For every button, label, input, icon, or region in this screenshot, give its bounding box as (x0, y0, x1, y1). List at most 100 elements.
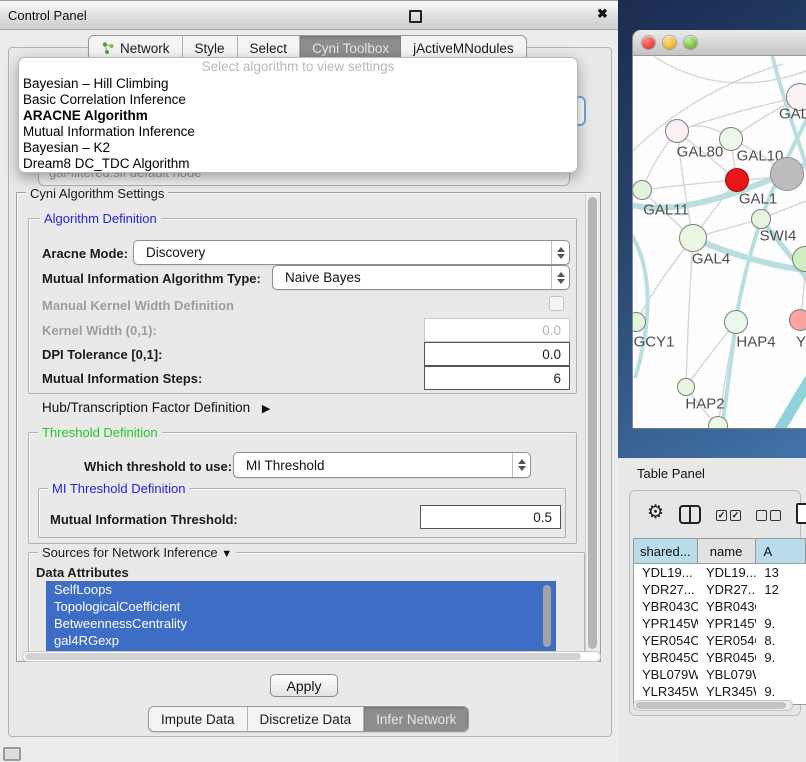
settings-vertical-scrollbar[interactable] (585, 194, 599, 656)
deselect-all-checkboxes-icon[interactable] (756, 510, 781, 521)
sources-group-title[interactable]: Sources for Network Inference ▼ (38, 545, 236, 560)
table-cell[interactable]: YDR27... (634, 581, 698, 598)
table-cell[interactable]: YBR045C (634, 649, 698, 666)
close-window-icon[interactable]: ✖ (597, 6, 608, 22)
gear-icon[interactable]: ⚙ (647, 503, 664, 522)
network-node-gcy1[interactable] (633, 312, 646, 332)
network-node-gal4[interactable] (679, 224, 707, 252)
network-node-gal11[interactable] (633, 180, 652, 200)
table-cell[interactable]: YLR345W (698, 683, 756, 700)
network-window-titlebar[interactable] (633, 30, 806, 56)
table-row[interactable]: YPR145WYPR145W9. (634, 615, 806, 632)
network-node[interactable] (708, 416, 728, 428)
table-horizontal-scrollbar-thumb[interactable] (636, 702, 786, 709)
select-all-checkboxes-icon[interactable]: ✓ ✓ (716, 510, 741, 521)
mi-type-combo[interactable]: Naive Bayes (272, 265, 570, 290)
table-cell[interactable]: YDL19... (634, 564, 698, 581)
table-cell[interactable]: YBR043C (698, 598, 756, 615)
unchecked-checkbox-icon (756, 510, 767, 521)
table-cell[interactable]: YBR045C (698, 649, 756, 666)
algorithm-option[interactable]: Mutual Information Inference (19, 124, 577, 140)
column-header-name[interactable]: name (698, 539, 756, 563)
hub-definition-expander[interactable]: Hub/Transcription Factor Definition ▶ (42, 400, 270, 415)
network-node[interactable] (770, 157, 804, 191)
document-icon[interactable] (796, 503, 806, 524)
table-cell[interactable]: YDL19... (698, 564, 756, 581)
table-cell[interactable]: YBL079W (698, 666, 756, 683)
table-cell[interactable]: YPR145W (634, 615, 698, 632)
algorithm-option[interactable]: Bayesian – Hill Climbing (19, 76, 577, 92)
tab-infer-network-label: Infer Network (376, 712, 456, 727)
algorithm-option[interactable]: ARACNE Algorithm (19, 108, 577, 124)
network-node-hap2[interactable] (677, 378, 695, 396)
table-cell[interactable]: YLR345W (634, 683, 698, 700)
table-cell[interactable]: 9. (756, 649, 806, 666)
mi-steps-field[interactable]: 6 (424, 366, 570, 390)
table-row[interactable]: YBR045CYBR045C9. (634, 649, 806, 666)
mi-threshold-field[interactable]: 0.5 (420, 505, 561, 529)
table-row[interactable]: YBL079WYBL079W (634, 666, 806, 683)
algorithm-option[interactable]: Dream8 DC_TDC Algorithm (19, 156, 577, 172)
float-window-icon[interactable] (409, 10, 422, 23)
column-header-clipped[interactable]: A (756, 539, 806, 563)
table-cell[interactable] (756, 666, 806, 683)
network-tab-icon (101, 41, 115, 55)
table-cell[interactable]: YPR145W (698, 615, 756, 632)
close-traffic-light-button[interactable] (642, 36, 655, 49)
table-cell[interactable]: 8. (756, 632, 806, 649)
table-row[interactable]: YBR043CYBR043C (634, 598, 806, 615)
table-cell[interactable]: YER054C (698, 632, 756, 649)
data-attributes-list: SelfLoopsTopologicalCoefficientBetweenne… (46, 581, 556, 651)
network-canvas[interactable]: GALGAL80GAL10GAL1GAL11SWI4GAL4GCY1HAP4YH… (633, 56, 806, 428)
table-cell[interactable]: YER054C (634, 632, 698, 649)
mi-threshold-group-title: MI Threshold Definition (48, 481, 189, 496)
table-row[interactable]: YDR27...YDR27...12 (634, 581, 806, 598)
network-node-gal1[interactable] (725, 168, 749, 192)
table-row[interactable]: YDL19...YDL19...13 (634, 564, 806, 581)
network-node-y[interactable] (789, 309, 806, 331)
tab-discretize-data[interactable]: Discretize Data (248, 707, 365, 731)
table-row[interactable]: YER054CYER054C8. (634, 632, 806, 649)
settings-horizontal-scrollbar[interactable] (22, 651, 601, 662)
minimize-traffic-light-button[interactable] (663, 36, 676, 49)
table-cell[interactable]: 9. (756, 615, 806, 632)
algorithm-option[interactable]: Basic Correlation Inference (19, 92, 577, 108)
which-threshold-combo[interactable]: MI Threshold (233, 452, 531, 478)
table-cell[interactable]: 9. (756, 683, 806, 700)
node-label: HAP4 (736, 334, 775, 351)
network-selector-combo-value: gal-filtered.sif default node (49, 172, 201, 180)
table-row[interactable]: YLR345WYLR345W9. (634, 683, 806, 700)
column-header-shared-name[interactable]: shared... (634, 539, 698, 563)
table-cell[interactable]: 13 (756, 564, 806, 581)
network-node-gal80[interactable] (665, 119, 689, 143)
settings-horizontal-scrollbar-thumb[interactable] (25, 653, 581, 660)
tab-impute-data[interactable]: Impute Data (149, 707, 248, 731)
attribute-list-item[interactable]: TopologicalCoefficient (46, 598, 556, 615)
table-body: YDL19...YDL19...13YDR27...YDR27...12YBR0… (634, 563, 806, 704)
attributes-scrollbar-thumb[interactable] (543, 585, 551, 647)
mi-steps-label: Mutual Information Steps: (42, 371, 202, 386)
algorithm-option[interactable]: Bayesian – K2 (19, 140, 577, 156)
table-cell[interactable] (756, 598, 806, 615)
table-horizontal-scrollbar[interactable] (633, 700, 793, 711)
tab-infer-network[interactable]: Infer Network (364, 707, 468, 731)
apply-button[interactable]: Apply (270, 674, 338, 697)
column-layout-icon[interactable] (679, 505, 701, 524)
dpi-tolerance-field[interactable]: 0.0 (424, 342, 570, 366)
attribute-list-item[interactable]: BetweennessCentrality (46, 615, 556, 632)
corner-widget-icon[interactable] (3, 747, 21, 761)
table-cell[interactable]: YBL079W (634, 666, 698, 683)
network-nodes-layer: GALGAL80GAL10GAL1GAL11SWI4GAL4GCY1HAP4YH… (633, 56, 806, 428)
network-node-hap4[interactable] (724, 310, 748, 334)
network-node[interactable] (792, 246, 806, 272)
network-node-swi4[interactable] (751, 209, 771, 229)
table-cell[interactable]: 12 (756, 581, 806, 598)
table-cell[interactable]: YBR043C (634, 598, 698, 615)
attribute-list-item[interactable]: SelfLoops (46, 581, 556, 598)
table-cell[interactable]: YDR27... (698, 581, 756, 598)
network-selector-combo[interactable]: gal-filtered.sif default node (38, 172, 570, 186)
aracne-mode-combo[interactable]: Discovery (133, 240, 570, 265)
attribute-list-item[interactable]: gal4RGexp (46, 632, 556, 649)
settings-vertical-scrollbar-thumb[interactable] (588, 197, 597, 649)
zoom-traffic-light-button[interactable] (684, 36, 697, 49)
